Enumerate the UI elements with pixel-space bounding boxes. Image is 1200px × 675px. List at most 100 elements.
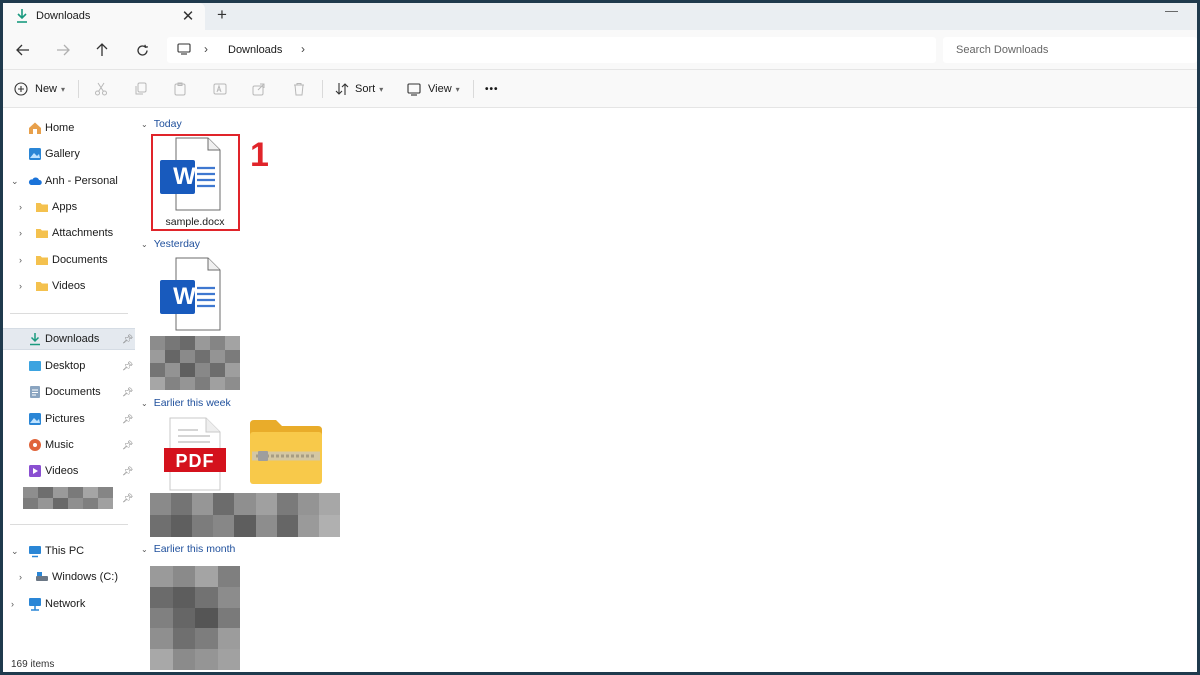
share-button[interactable] <box>252 79 266 99</box>
chevron-right-icon[interactable]: › <box>19 228 22 238</box>
chevron-down-icon: ▾ <box>61 84 66 94</box>
sidebar-item-apps[interactable]: › Apps <box>3 196 135 218</box>
sidebar-item-videos-od[interactable]: › Videos <box>3 275 135 297</box>
sidebar-item-videos[interactable]: Videos 📌︎ <box>3 460 135 482</box>
sidebar-item-downloads[interactable]: Downloads 📌︎ <box>3 328 135 350</box>
sidebar-item-desktop[interactable]: Desktop 📌︎ <box>3 355 135 377</box>
forward-button[interactable] <box>52 39 74 61</box>
redacted-pixelation <box>23 487 113 509</box>
gallery-icon <box>29 148 41 160</box>
sidebar-item-pictures[interactable]: Pictures 📌︎ <box>3 408 135 430</box>
step-number-annotation: 1 <box>250 136 269 174</box>
pin-icon[interactable]: 📌︎ <box>122 493 133 504</box>
sidebar-label: Anh - Personal <box>45 175 118 187</box>
refresh-icon <box>136 44 148 56</box>
pin-icon[interactable]: 📌︎ <box>122 440 133 451</box>
back-button[interactable] <box>12 39 34 61</box>
download-icon <box>30 333 40 346</box>
sidebar-item-attachments[interactable]: › Attachments <box>3 222 135 244</box>
navigation-pane: Home Gallery ⌄ Anh - Personal › Apps › A… <box>3 108 135 672</box>
desktop-icon <box>29 361 41 371</box>
refresh-button[interactable] <box>131 39 153 61</box>
download-icon <box>17 9 27 23</box>
more-options-button[interactable]: ••• <box>485 79 499 99</box>
drive-icon <box>36 572 48 581</box>
sidebar-label: Attachments <box>52 227 114 239</box>
chevron-right-icon[interactable]: › <box>19 202 22 212</box>
breadcrumb-chevron-icon[interactable]: › <box>301 42 305 56</box>
sidebar-item-documents-od[interactable]: › Documents <box>3 249 135 271</box>
new-label: New <box>35 83 58 95</box>
copy-button[interactable] <box>134 79 148 99</box>
sidebar-label: Home <box>45 122 75 134</box>
redacted-pixelation <box>150 336 240 390</box>
sidebar-label: Pictures <box>45 413 85 425</box>
breadcrumb-downloads[interactable]: Downloads <box>228 44 282 56</box>
delete-button[interactable] <box>292 79 306 99</box>
tab-title: Downloads <box>36 10 91 22</box>
tab-downloads[interactable]: Downloads ✕ <box>3 3 205 30</box>
group-header-today[interactable]: ⌄ Today <box>141 118 182 130</box>
pin-icon[interactable]: 📌︎ <box>122 361 133 372</box>
pin-icon[interactable]: 📌︎ <box>122 387 133 398</box>
chevron-right-icon[interactable]: › <box>19 572 22 582</box>
pdf-label: PDF <box>175 451 215 471</box>
address-bar[interactable]: › Downloads › <box>167 37 936 63</box>
close-tab-icon[interactable]: ✕ <box>181 7 195 25</box>
folder-icon <box>36 282 48 291</box>
file-explorer-window: Downloads ✕ + — › Downloads › Search Dow… <box>3 3 1197 672</box>
paste-button[interactable] <box>173 79 187 99</box>
rename-button[interactable] <box>213 79 227 99</box>
new-button[interactable]: New ▾ <box>14 79 65 99</box>
view-button[interactable]: View ▾ <box>407 79 460 99</box>
group-header-earlier-week[interactable]: ⌄ Earlier this week <box>141 397 231 409</box>
folder-icon <box>36 256 48 265</box>
sidebar-label: Desktop <box>45 360 86 372</box>
sidebar-item-home[interactable]: Home <box>3 117 135 139</box>
sidebar-item-network[interactable]: › Network <box>3 593 135 615</box>
chevron-down-icon[interactable]: ⌄ <box>11 176 19 187</box>
redacted-file-pixelation[interactable] <box>150 566 240 670</box>
sidebar-item-this-pc[interactable]: ⌄ This PC <box>3 540 135 562</box>
navigation-bar: › Downloads › Search Downloads <box>3 30 1197 70</box>
scissors-icon <box>95 82 107 96</box>
chevron-down-icon[interactable]: ⌄ <box>11 546 19 557</box>
pin-icon[interactable]: 📌︎ <box>122 414 133 425</box>
chevron-down-icon: ⌄ <box>141 119 148 129</box>
sidebar-label: Downloads <box>45 333 100 345</box>
sidebar-label: Windows (C:) <box>52 571 119 583</box>
chevron-right-icon[interactable]: › <box>19 255 22 265</box>
up-button[interactable] <box>91 39 113 61</box>
document-icon <box>30 386 40 398</box>
chevron-right-icon[interactable]: › <box>11 599 14 609</box>
breadcrumb-chevron-icon[interactable]: › <box>204 42 208 56</box>
new-tab-button[interactable]: + <box>217 5 227 25</box>
sidebar-item-documents[interactable]: Documents 📌︎ <box>3 381 135 403</box>
pin-icon[interactable]: 📌︎ <box>122 334 133 345</box>
file-item-docx-redacted[interactable]: W <box>150 256 240 390</box>
chevron-down-icon: ▾ <box>379 84 384 94</box>
share-icon <box>252 83 265 96</box>
cut-button[interactable] <box>94 79 108 99</box>
music-icon <box>29 439 41 451</box>
toolbar-divider <box>322 80 323 98</box>
sidebar-item-music[interactable]: Music 📌︎ <box>3 434 135 456</box>
cloud-icon <box>28 177 42 185</box>
group-header-yesterday[interactable]: ⌄ Yesterday <box>141 238 200 250</box>
sidebar-label: Videos <box>45 465 79 477</box>
sidebar-item-redacted[interactable]: 📌︎ <box>3 487 135 509</box>
sidebar-item-gallery[interactable]: Gallery <box>3 143 135 165</box>
monitor-icon <box>177 43 191 55</box>
video-icon <box>29 465 41 477</box>
sort-button[interactable]: Sort ▾ <box>335 79 383 99</box>
minimize-button[interactable]: — <box>1165 3 1178 18</box>
sidebar-item-drive-c[interactable]: › Windows (C:) <box>3 566 135 588</box>
pin-icon[interactable]: 📌︎ <box>122 466 133 477</box>
copy-icon <box>135 82 147 95</box>
search-input[interactable]: Search Downloads <box>943 37 1197 63</box>
chevron-right-icon[interactable]: › <box>19 281 22 291</box>
sidebar-item-onedrive[interactable]: ⌄ Anh - Personal <box>3 170 135 192</box>
group-header-earlier-month[interactable]: ⌄ Earlier this month <box>141 543 235 555</box>
sidebar-label: This PC <box>45 545 85 557</box>
sidebar-label: Documents <box>45 386 101 398</box>
